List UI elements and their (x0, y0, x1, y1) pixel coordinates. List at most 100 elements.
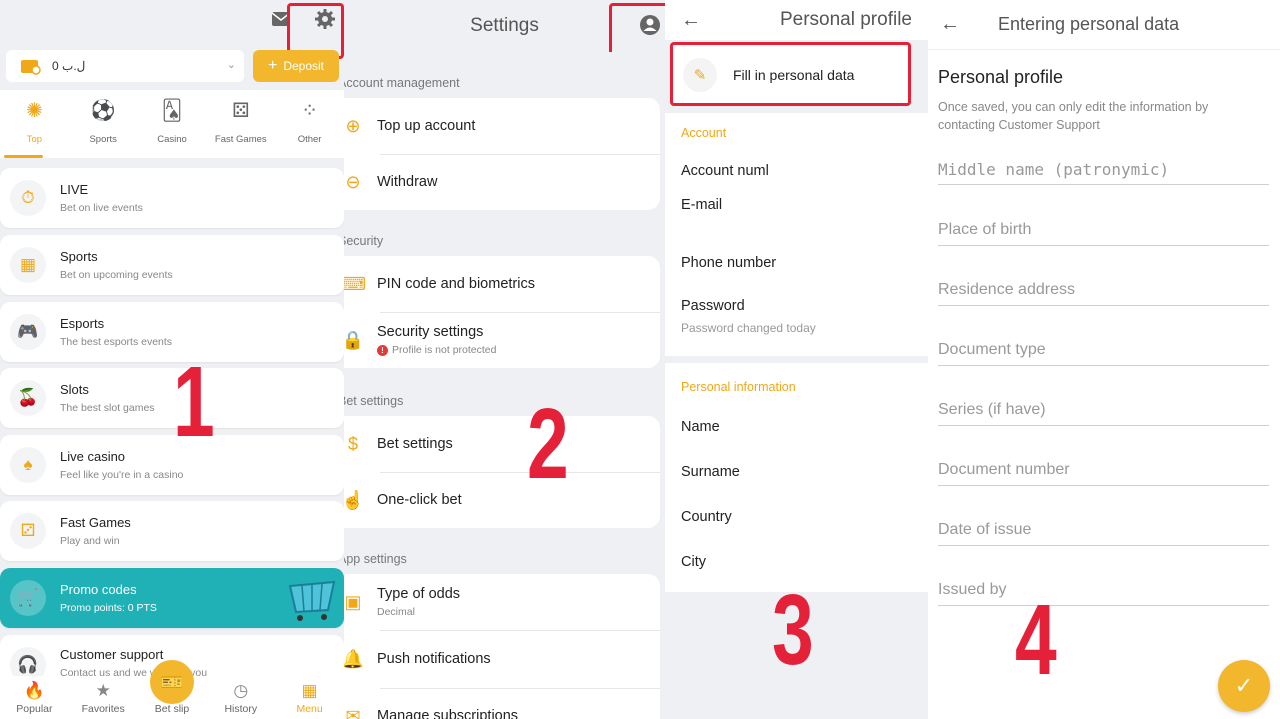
row-title: Withdraw (377, 174, 438, 190)
bell-icon: 🔔 (344, 648, 365, 669)
row-city[interactable]: City (665, 554, 928, 570)
ball-icon: ⚽ (90, 100, 116, 122)
menu-item-subtitle: Feel like you're in a casino (60, 469, 184, 481)
cherries-icon: 🍒 (10, 380, 46, 416)
deposit-button[interactable]: + Deposit (253, 50, 339, 82)
nav-label: Menu (296, 703, 323, 715)
tab-top[interactable]: ✺ Top (0, 90, 69, 158)
ticket-icon: 🎫 (160, 671, 184, 692)
row-pin-code[interactable]: ⌨ PIN code and biometrics (344, 256, 660, 312)
row-account-number[interactable]: Account numl (665, 163, 928, 179)
coin-icon: $ (347, 433, 358, 454)
nav-label: History (224, 703, 258, 715)
menu-item-subtitle: Bet on live events (60, 202, 143, 214)
menu-item-subtitle: Play and win (60, 535, 120, 547)
tab-label: Fast Games (214, 134, 267, 145)
field-middle-name[interactable]: Middle name (patronymic) (938, 157, 1269, 185)
row-title: Bet settings (377, 436, 453, 452)
menu-item-title: Sports (60, 249, 98, 264)
dots-icon: ⁘ (301, 100, 318, 122)
back-arrow-icon[interactable]: ← (681, 9, 701, 32)
fill-highlight (670, 42, 911, 106)
tab-label: Casino (157, 134, 187, 145)
nav-history[interactable]: ◷ History (206, 676, 275, 719)
cart-icon: 🛒 (10, 580, 46, 616)
step-number-2: 2 (526, 388, 569, 500)
menu-item-title: Esports (60, 316, 105, 331)
save-button[interactable]: ✓ (1218, 660, 1270, 712)
dice-icon: ⚄ (232, 100, 250, 122)
page-title: Entering personal data (998, 14, 1180, 34)
field-place-of-birth[interactable]: Place of birth (938, 218, 1269, 246)
envelope-icon: ✉ (345, 705, 361, 719)
menu-item-subtitle: The best slot games (60, 402, 155, 414)
row-title: Security settings (377, 324, 484, 340)
bet-slip-button[interactable]: 🎫 (150, 660, 194, 704)
menu-item-fast-games[interactable]: ⚂ Fast Games Play and win (0, 501, 344, 561)
row-country[interactable]: Country (665, 509, 928, 525)
profile-header: ← Personal profile (665, 0, 928, 40)
row-type-of-odds[interactable]: ▣ Type of odds Decimal (344, 574, 660, 630)
menu-item-subtitle: The best esports events (60, 336, 173, 348)
tab-other[interactable]: ⁘ Other (275, 90, 344, 158)
deposit-label: Deposit (283, 59, 325, 73)
row-password[interactable]: Password (665, 298, 928, 314)
row-one-click-bet[interactable]: ☝ One-click bet (344, 472, 660, 528)
row-title: Type of odds (377, 586, 461, 602)
field-issued-by[interactable]: Issued by (938, 578, 1269, 606)
section-personal-information: Personal information (681, 380, 796, 394)
row-top-up-account[interactable]: ⊕ Top up account (344, 98, 660, 154)
field-document-number[interactable]: Document number (938, 458, 1269, 486)
account-card: ⊕ Top up account ⊖ Withdraw (344, 98, 660, 210)
grid-icon: ▦ (301, 681, 318, 700)
step-number-4: 4 (1014, 584, 1057, 696)
row-withdraw[interactable]: ⊖ Withdraw (344, 154, 660, 210)
section-security: Security (344, 234, 384, 248)
security-card: ⌨ PIN code and biometrics 🔒 Security setti… (344, 256, 660, 368)
menu-panel: 0 ل.ب ⌄ + Deposit ✺ Top ⚽ Sports 🂡 Casin… (0, 0, 344, 719)
row-surname[interactable]: Surname (665, 464, 928, 480)
page-title: Settings (470, 15, 539, 36)
balance-selector[interactable]: 0 ل.ب ⌄ (6, 50, 244, 82)
account-card: Account Account numl E-mail Phone number… (665, 113, 928, 356)
checkmark-icon: ✓ (1234, 673, 1254, 698)
nav-favorites[interactable]: ★ Favorites (69, 676, 138, 719)
menu-item-title: Slots (60, 382, 89, 397)
tab-label: Top (26, 134, 43, 145)
nav-label: Popular (16, 703, 53, 715)
nav-label: Bet slip (154, 703, 190, 715)
personal-info-card: Personal information Name Surname Countr… (665, 363, 928, 592)
row-email[interactable]: E-mail (665, 197, 928, 213)
field-date-of-issue[interactable]: Date of issue (938, 518, 1269, 546)
flame-icon: 🔥 (23, 681, 45, 700)
odds-icon: ▣ (344, 591, 362, 612)
tab-casino[interactable]: 🂡 Casino (138, 90, 207, 158)
password-note: Password changed today (681, 321, 816, 335)
field-document-type[interactable]: Document type (938, 338, 1269, 366)
tab-label: Sports (89, 134, 117, 145)
row-security-settings[interactable]: 🔒 Security settings! Profile is not protec… (344, 312, 660, 368)
menu-item-promo-codes[interactable]: 🛒 Promo codes Promo points: 0 PTS (0, 568, 344, 628)
row-name[interactable]: Name (665, 419, 928, 435)
menu-item-sports[interactable]: ▦ Sports Bet on upcoming events (0, 235, 344, 295)
warning-icon: ! (377, 344, 388, 356)
menu-item-title: Customer support (60, 647, 164, 662)
field-residence-address[interactable]: Residence address (938, 278, 1269, 306)
row-manage-subscriptions[interactable]: ✉ Manage subscriptions (344, 688, 660, 719)
field-series[interactable]: Series (if have) (938, 398, 1269, 426)
bet-card: $ Bet settings ☝ One-click bet (344, 416, 660, 528)
tap-icon: ☝ (344, 489, 365, 510)
row-phone-number[interactable]: Phone number (665, 255, 928, 271)
row-subtitle: Decimal (377, 606, 415, 618)
menu-item-title: Promo codes (60, 582, 137, 597)
nav-popular[interactable]: 🔥 Popular (0, 676, 69, 719)
tab-sports[interactable]: ⚽ Sports (69, 90, 138, 158)
row-bet-settings[interactable]: $ Bet settings (344, 416, 660, 472)
tab-fast-games[interactable]: ⚄ Fast Games (206, 90, 275, 158)
back-arrow-icon[interactable]: ← (940, 13, 960, 36)
wallet-plus-icon: ⊕ (345, 115, 361, 136)
menu-item-live[interactable]: ⏱ LIVE Bet on live events (0, 168, 344, 228)
dice-icon: ⚂ (10, 513, 46, 549)
row-push-notifications[interactable]: 🔔 Push notifications (344, 630, 660, 688)
nav-menu[interactable]: ▦ Menu (275, 676, 344, 719)
